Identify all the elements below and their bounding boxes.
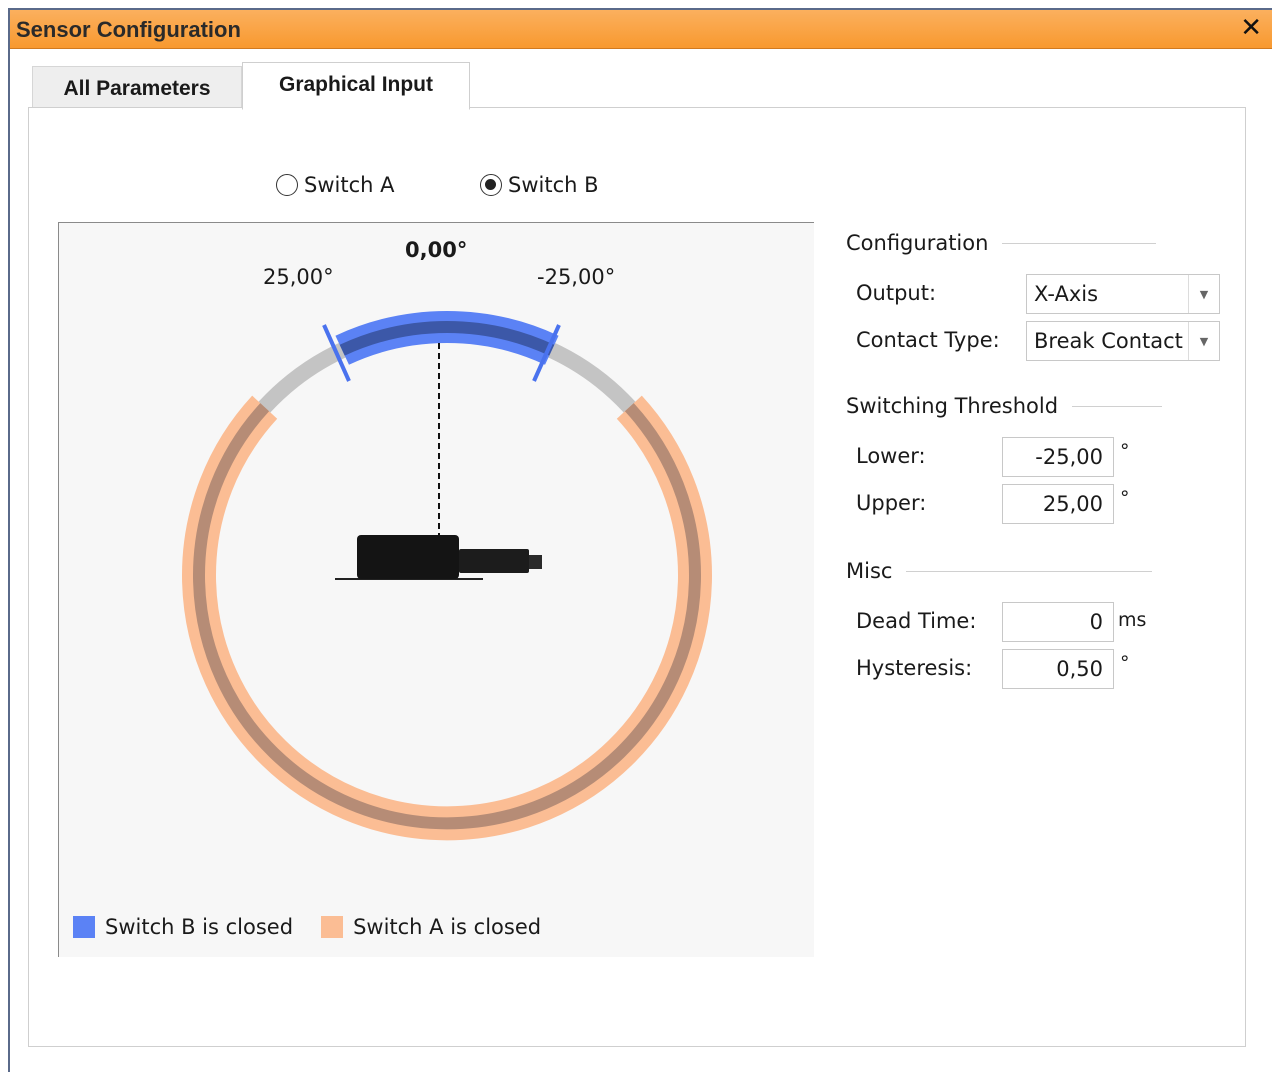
graphical-input-area[interactable]: 0,00° 25,00° -25,00° Switch B is closed … xyxy=(58,222,814,957)
switching-threshold-heading: Switching Threshold xyxy=(846,394,1059,418)
upper-unit: ° xyxy=(1120,487,1130,509)
radio-switch-a[interactable]: Switch A xyxy=(276,173,394,197)
lower-angle-label: -25,00° xyxy=(537,265,616,289)
group-divider xyxy=(906,570,1153,572)
close-icon[interactable]: ✕ xyxy=(1240,14,1262,42)
window-title: Sensor Configuration xyxy=(16,17,241,42)
output-value: X-Axis xyxy=(1034,282,1099,306)
chevron-down-icon[interactable]: ▼ xyxy=(1188,275,1219,313)
contact-type-label: Contact Type: xyxy=(856,328,1000,352)
lower-threshold-input[interactable]: -25,00 xyxy=(1002,437,1114,477)
title-bar: Sensor Configuration ✕ xyxy=(10,10,1272,49)
configuration-heading: Configuration xyxy=(846,231,989,255)
chevron-down-icon[interactable]: ▼ xyxy=(1188,322,1219,360)
tab-graphical-input[interactable]: Graphical Input xyxy=(242,62,470,110)
lower-label: Lower: xyxy=(856,444,926,468)
tab-all-parameters[interactable]: All Parameters xyxy=(32,66,242,110)
upper-threshold-input[interactable]: 25,00 xyxy=(1002,484,1114,524)
contact-type-dropdown[interactable]: Break Contact ▼ xyxy=(1026,321,1220,361)
switch-a-arc xyxy=(182,395,712,841)
upper-angle-label: 25,00° xyxy=(263,265,334,289)
switching-threshold-group: Switching Threshold xyxy=(846,394,1163,418)
radio-unchecked-icon xyxy=(276,174,298,196)
hysteresis-label: Hysteresis: xyxy=(856,656,973,680)
radio-checked-icon xyxy=(480,174,502,196)
legend-label-switch-b: Switch B is closed xyxy=(105,915,294,939)
dead-time-unit: ms xyxy=(1118,609,1147,631)
misc-heading: Misc xyxy=(846,559,893,583)
group-divider xyxy=(1002,242,1157,244)
angle-diagram xyxy=(182,311,712,841)
legend: Switch B is closed Switch A is closed xyxy=(73,915,541,939)
configuration-group: Configuration xyxy=(846,231,1157,255)
current-angle-label: 0,00° xyxy=(405,238,468,262)
radio-switch-b[interactable]: Switch B xyxy=(480,173,599,197)
radio-switch-a-label: Switch A xyxy=(304,173,395,197)
radio-switch-b-label: Switch B xyxy=(508,173,599,197)
contact-type-value: Break Contact xyxy=(1034,329,1183,353)
legend-swatch-switch-b xyxy=(73,916,95,938)
dead-time-input[interactable]: 0 xyxy=(1002,602,1114,642)
misc-group: Misc xyxy=(846,559,1153,583)
upper-label: Upper: xyxy=(856,491,927,515)
hysteresis-unit: ° xyxy=(1120,652,1130,674)
group-divider xyxy=(1072,405,1163,407)
output-label: Output: xyxy=(856,281,937,305)
sensor-icon xyxy=(335,535,542,580)
hysteresis-input[interactable]: 0,50 xyxy=(1002,649,1114,689)
output-dropdown[interactable]: X-Axis ▼ xyxy=(1026,274,1220,314)
legend-swatch-switch-a xyxy=(321,916,344,938)
lower-unit: ° xyxy=(1120,440,1130,462)
dead-time-label: Dead Time: xyxy=(856,609,977,633)
legend-label-switch-a: Switch A is closed xyxy=(353,915,542,939)
